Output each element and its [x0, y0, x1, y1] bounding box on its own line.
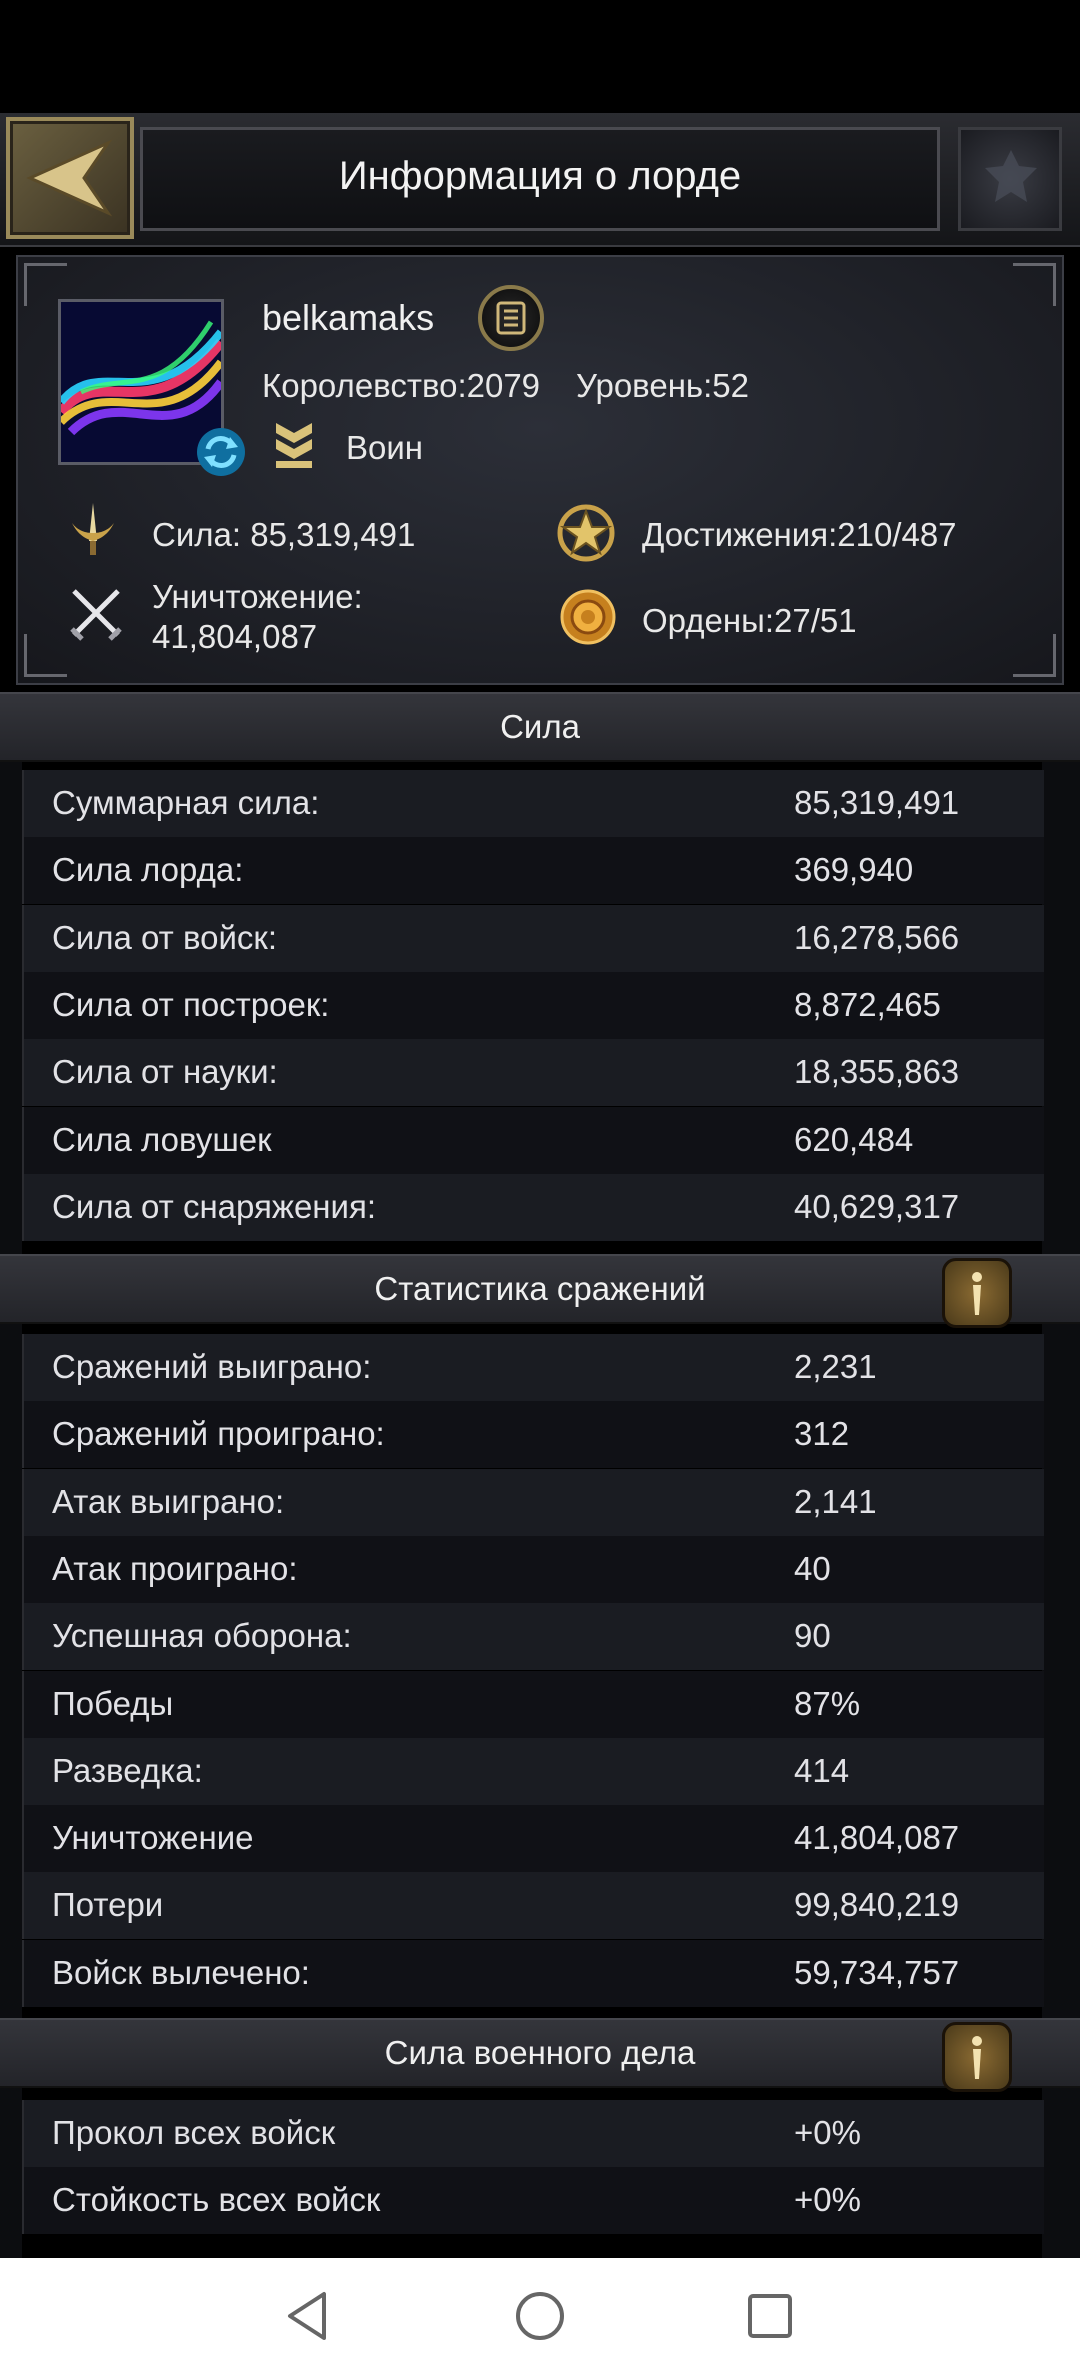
title-frame: Информация о лорде	[140, 127, 940, 231]
stat-label: Сила от науки:	[52, 1053, 278, 1091]
level-label: Уровень:52	[576, 367, 749, 404]
stat-label: Успешная оборона:	[52, 1617, 352, 1655]
stat-row: Сражений выиграно: 2,231	[22, 1334, 1044, 1401]
stat-label: Сила от построек:	[52, 985, 330, 1023]
stat-row: Прокол всех войск +0%	[22, 2100, 1044, 2167]
profile-card: belkamaks Королевство:2079 Уровень:52 Во…	[16, 255, 1064, 685]
info-icon	[972, 2036, 982, 2079]
stat-row: Стойкость всех войск +0%	[22, 2167, 1044, 2235]
stat-row: Сила лорда: 369,940	[22, 837, 1044, 905]
section-header-battle: Статистика сражений	[0, 1254, 1080, 1328]
stat-label: Атак выиграно:	[52, 1482, 285, 1520]
stat-value: 2,141	[794, 1482, 877, 1520]
top-header: Информация о лорде	[0, 113, 1080, 247]
stat-value: 40	[794, 1549, 831, 1587]
stat-value: 369,940	[794, 851, 914, 889]
stat-label: Атак проиграно:	[52, 1549, 298, 1587]
stat-label: Сражений проиграно:	[52, 1415, 385, 1453]
stat-value: 99,840,219	[794, 1886, 960, 1924]
medal-icon	[560, 589, 616, 645]
stat-label: Суммарная сила:	[52, 784, 320, 821]
section-title-power: Сила	[500, 708, 580, 745]
stat-value: 18,355,863	[794, 1053, 960, 1091]
stat-value: 87%	[794, 1684, 861, 1722]
stat-row: Уничтожение 41,804,087	[22, 1805, 1044, 1873]
stat-row: Войск вылечено: 59,734,757	[22, 1939, 1044, 2007]
system-nav-bar	[0, 2258, 1080, 2376]
stat-value: +0%	[794, 2114, 861, 2151]
medals-stat[interactable]: Ордены:27/51	[642, 601, 857, 641]
stat-value: 2,231	[794, 1348, 877, 1385]
stat-value: 414	[794, 1751, 850, 1789]
stat-row: Разведка: 414	[22, 1737, 1044, 1805]
stat-value: 90	[794, 1617, 831, 1655]
stat-row: Потери 99,840,219	[22, 1872, 1044, 1940]
stat-row: Сила от науки: 18,355,863	[22, 1039, 1044, 1107]
stat-label: Сражений выиграно:	[52, 1348, 372, 1385]
stat-row: Успешная оборона: 90	[22, 1603, 1044, 1671]
kills-stat-label: Уничтожение:	[152, 578, 363, 615]
notes-button[interactable]	[478, 285, 544, 351]
stat-label: Сила ловушек	[52, 1120, 272, 1158]
stat-value: 40,629,317	[794, 1187, 960, 1225]
sword-power-icon	[72, 503, 114, 555]
section-title-military: Сила военного дела	[384, 2034, 696, 2071]
stat-row: Сила от снаряжения: 40,629,317	[22, 1173, 1044, 1241]
battle-info-button[interactable]	[942, 1258, 1012, 1328]
emblem-icon	[958, 127, 1062, 231]
stat-row: Суммарная сила: 85,319,491	[22, 770, 1044, 837]
nav-back-icon[interactable]	[280, 2286, 340, 2346]
stat-row: Сила от войск: 16,278,566	[22, 904, 1044, 972]
achievements-stat[interactable]: Достижения:210/487	[642, 515, 957, 555]
achievement-star-icon	[557, 504, 615, 562]
stat-value: 16,278,566	[794, 918, 960, 956]
swap-icon[interactable]	[194, 425, 248, 479]
stat-label: Разведка:	[52, 1751, 203, 1789]
stat-value: 312	[794, 1415, 850, 1453]
crossed-swords-icon	[70, 589, 122, 641]
stat-row: Сила от построек: 8,872,465	[22, 971, 1044, 1039]
stat-row: Атак проиграно: 40	[22, 1535, 1044, 1603]
player-name: belkamaks	[262, 297, 435, 338]
power-stat: Сила: 85,319,491	[152, 516, 416, 553]
stat-value: 59,734,757	[794, 1953, 960, 1991]
stat-label: Уничтожение	[52, 1819, 254, 1857]
rank-label: Воин	[346, 429, 424, 466]
stat-row: Победы 87%	[22, 1670, 1044, 1738]
stat-value: 620,484	[794, 1120, 914, 1158]
stat-label: Потери	[52, 1886, 164, 1924]
stat-label: Сила от войск:	[52, 918, 278, 956]
stat-row: Сражений проиграно: 312	[22, 1401, 1044, 1469]
stat-value: 85,319,491	[794, 784, 960, 821]
back-arrow-icon	[26, 139, 113, 217]
stat-label: Войск вылечено:	[52, 1953, 310, 1991]
section-title-battle: Статистика сражений	[374, 1270, 706, 1307]
kingdom-label: Королевство:2079	[262, 367, 541, 404]
military-info-button[interactable]	[942, 2022, 1012, 2092]
stat-row: Сила ловушек 620,484	[22, 1106, 1044, 1174]
stat-label: Прокол всех войск	[52, 2114, 336, 2151]
notes-icon	[496, 301, 526, 335]
kills-stat-value: 41,804,087	[152, 618, 318, 655]
stat-label: Стойкость всех войск	[52, 2181, 381, 2219]
stat-value: +0%	[794, 2181, 861, 2219]
stat-label: Победы	[52, 1684, 174, 1722]
back-button[interactable]	[6, 117, 134, 239]
stat-label: Сила от снаряжения:	[52, 1187, 377, 1225]
info-icon	[972, 1272, 982, 1315]
stat-row: Атак выиграно: 2,141	[22, 1468, 1044, 1536]
rank-chevron-icon	[276, 423, 312, 468]
stat-value: 8,872,465	[794, 985, 941, 1023]
page-title: Информация о лорде	[338, 154, 742, 198]
section-header-military: Сила военного дела	[0, 2018, 1080, 2092]
section-header-power: Сила	[0, 692, 1080, 762]
nav-home-icon[interactable]	[510, 2286, 570, 2346]
stat-label: Сила лорда:	[52, 851, 244, 889]
stat-value: 41,804,087	[794, 1819, 960, 1857]
status-bar	[0, 0, 1080, 113]
nav-recents-icon[interactable]	[740, 2286, 800, 2346]
